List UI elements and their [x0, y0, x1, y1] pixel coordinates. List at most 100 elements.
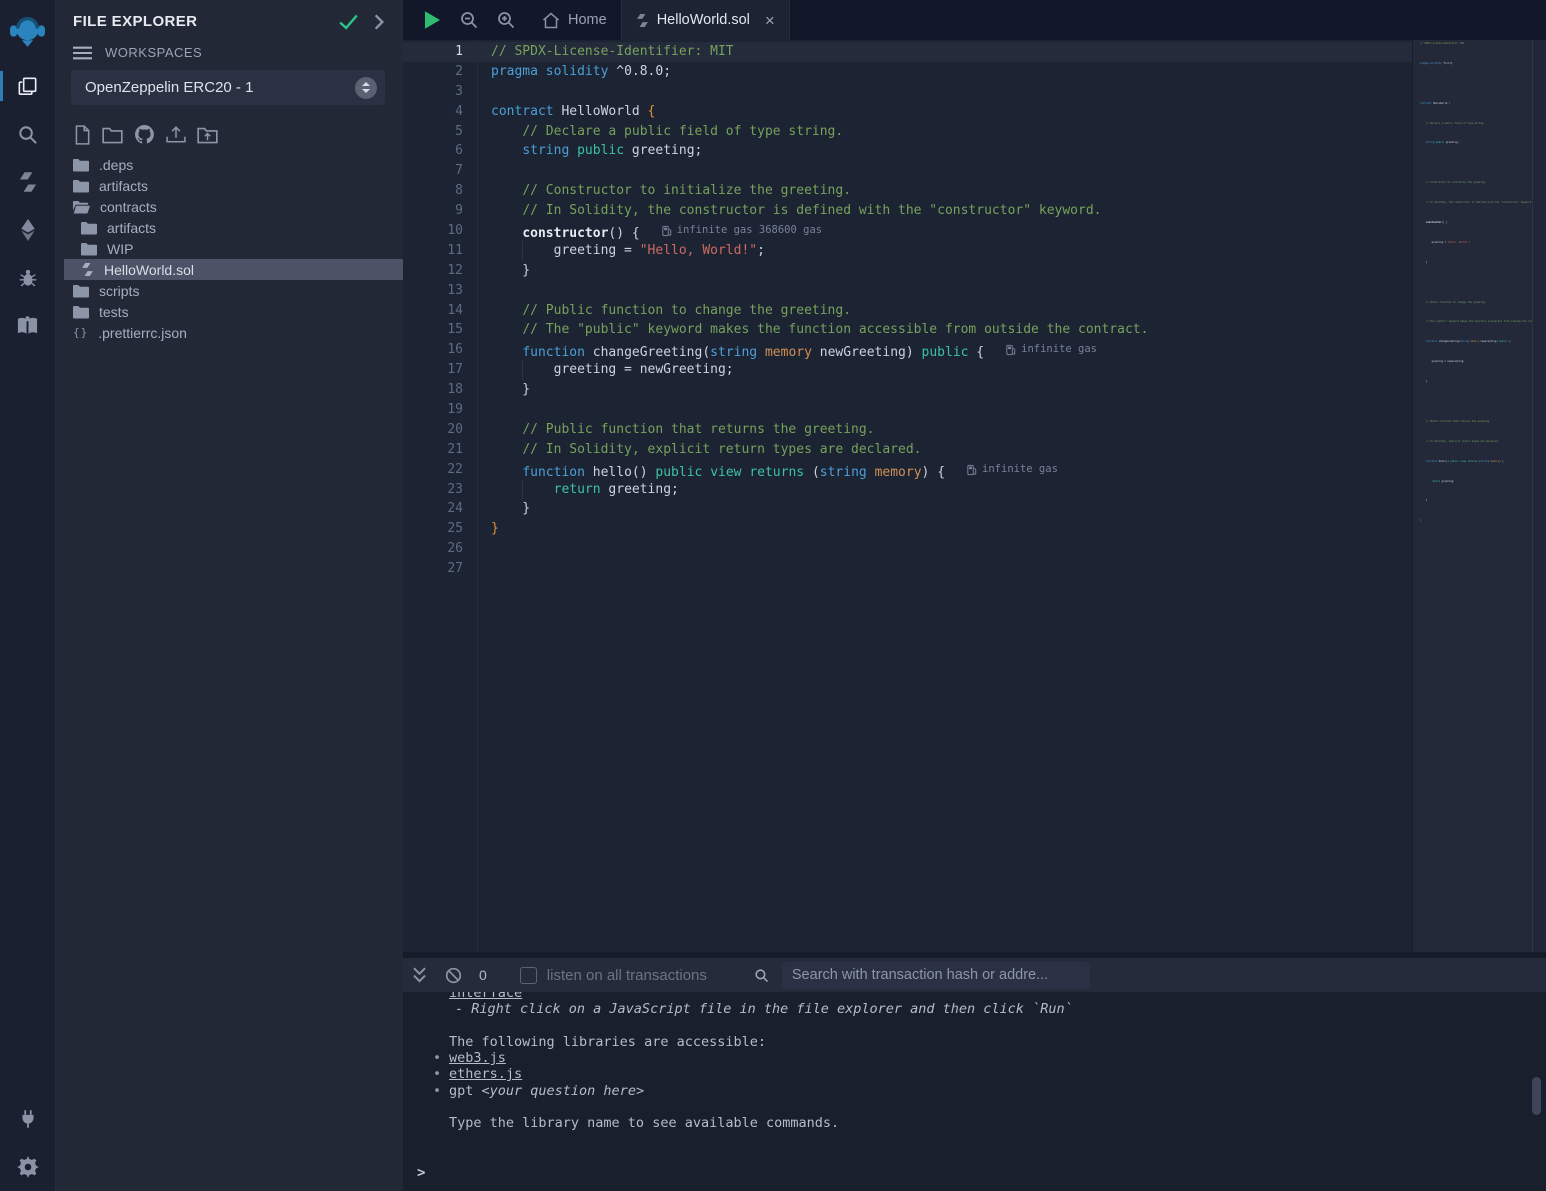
line-number: 3 [403, 82, 463, 102]
create-file-icon[interactable] [73, 125, 91, 145]
folder-open-icon [73, 200, 90, 214]
remix-ide-app: FILE EXPLORER WORKSPACES OpenZeppelin ER… [0, 0, 1546, 1191]
line-number: 9 [403, 201, 463, 221]
tree-item-label: WIP [107, 241, 133, 257]
tree-item-artifacts[interactable]: artifacts [56, 217, 403, 238]
upload-file-icon[interactable] [166, 125, 186, 144]
activity-item-file-explorer[interactable] [0, 62, 55, 110]
line-number: 22 [403, 460, 463, 480]
plug-icon [17, 1108, 39, 1130]
tree-item-.prettierrc.json[interactable]: {} .prettierrc.json [56, 322, 403, 343]
line-number: 18 [403, 380, 463, 400]
hamburger-menu-icon[interactable] [73, 46, 92, 60]
terminal-link-web3.js[interactable]: web3.js [449, 1050, 506, 1066]
zoom-in-icon[interactable] [496, 10, 516, 30]
check-icon[interactable] [339, 14, 358, 30]
terminal-line: ethers.js [403, 1066, 1546, 1082]
code-editor[interactable]: 1// SPDX-License-Identifier: MIT2pragma … [403, 40, 1412, 952]
editor-toolbar [403, 10, 528, 30]
run-script-button[interactable] [423, 10, 442, 30]
clear-console-icon[interactable] [445, 967, 462, 984]
chevron-right-icon[interactable] [373, 14, 385, 30]
activity-item-deploy-and-run[interactable] [0, 206, 55, 254]
line-number: 10 [403, 221, 463, 241]
terminal-scrollbar-thumb[interactable] [1532, 1077, 1541, 1115]
upload-folder-icon[interactable] [197, 126, 218, 144]
activity-item-search[interactable] [0, 110, 55, 158]
tab-Home[interactable]: Home [528, 0, 621, 40]
file-explorer-toolbar [56, 105, 403, 151]
tree-item-label: artifacts [107, 220, 156, 236]
tree-item-contracts[interactable]: contracts [56, 196, 403, 217]
tab-HelloWorld.sol[interactable]: HelloWorld.sol × [621, 0, 790, 40]
gas-icon [967, 464, 977, 476]
activity-item-plugin-manager[interactable] [0, 1095, 55, 1143]
activity-item-learneth[interactable] [0, 302, 55, 350]
listen-transactions-label: listen on all transactions [547, 967, 707, 984]
workspaces-label: WORKSPACES [105, 45, 202, 60]
tree-item-scripts[interactable]: scripts [56, 280, 403, 301]
files-icon [16, 75, 39, 98]
terminal-search-input[interactable] [782, 962, 1090, 989]
folder-icon [73, 305, 89, 319]
line-number: 1 [403, 42, 463, 62]
workspaces-row: WORKSPACES [56, 34, 403, 62]
tree-item-tests[interactable]: tests [56, 301, 403, 322]
terminal-line: web3.js [403, 1050, 1546, 1066]
tree-item-WIP[interactable]: WIP [56, 238, 403, 259]
line-number: 8 [403, 181, 463, 201]
activity-item-solidity-compiler[interactable] [0, 158, 55, 206]
braces-icon: {} [73, 326, 88, 339]
folder-icon [73, 284, 89, 298]
line-number: 11 [403, 241, 463, 261]
line-number: 4 [403, 102, 463, 122]
activity-item-debugger[interactable] [0, 254, 55, 302]
file-tree: .deps artifacts contracts artifacts WIP Hello… [56, 151, 403, 343]
tree-item-label: scripts [99, 283, 139, 299]
line-number: 21 [403, 440, 463, 460]
search-icon [16, 123, 39, 146]
activity-item-remix-logo[interactable] [0, 0, 55, 62]
activity-item-settings[interactable] [0, 1143, 55, 1191]
tree-item-label: .prettierrc.json [98, 325, 187, 341]
workspace-name: OpenZeppelin ERC20 - 1 [85, 79, 355, 96]
tree-item-HelloWorld.sol[interactable]: HelloWorld.sol [64, 259, 403, 280]
tree-item-.deps[interactable]: .deps [56, 154, 403, 175]
bug-icon [17, 267, 39, 289]
solidity-icon [18, 171, 38, 193]
terminal-prompt[interactable]: > [417, 1165, 425, 1181]
folder-icon [81, 242, 97, 256]
line-number: 14 [403, 301, 463, 321]
zoom-out-icon[interactable] [459, 10, 479, 30]
tree-item-label: contracts [100, 199, 157, 215]
listen-transactions-checkbox[interactable] [520, 967, 537, 984]
tree-item-label: .deps [99, 157, 133, 173]
gas-estimate-badge: infinite gas [1006, 340, 1097, 360]
folder-icon [73, 158, 89, 172]
gas-icon [1006, 344, 1016, 356]
tree-item-label: artifacts [99, 178, 148, 194]
minimap[interactable]: // SPDX-License-Identifier: MITpragma so… [1412, 40, 1533, 952]
clone-repository-icon[interactable] [134, 124, 155, 145]
folder-icon [73, 179, 89, 193]
solidity-file-icon [81, 262, 94, 277]
line-number: 2 [403, 62, 463, 82]
terminal-line: interface [403, 992, 1546, 1001]
editor-scrollbar-track[interactable] [1533, 40, 1546, 952]
tree-item-label: tests [99, 304, 129, 320]
line-number: 25 [403, 519, 463, 539]
terminal-output[interactable]: interface- Right click on a JavaScript f… [403, 992, 1546, 1191]
line-number: 7 [403, 161, 463, 181]
tab-label: HelloWorld.sol [657, 12, 750, 28]
gas-icon [662, 225, 672, 237]
line-number: 13 [403, 281, 463, 301]
create-folder-icon[interactable] [102, 126, 123, 144]
workspace-select[interactable]: OpenZeppelin ERC20 - 1 [71, 70, 385, 105]
line-number: 26 [403, 539, 463, 559]
terminal-line: Type the library name to see available c… [403, 1115, 1546, 1131]
close-tab-icon[interactable]: × [765, 12, 775, 29]
terminal-link-ethers.js[interactable]: ethers.js [449, 1066, 522, 1082]
minimize-terminal-icon[interactable] [412, 967, 427, 983]
tree-item-artifacts[interactable]: artifacts [56, 175, 403, 196]
ethereum-icon [18, 219, 38, 241]
